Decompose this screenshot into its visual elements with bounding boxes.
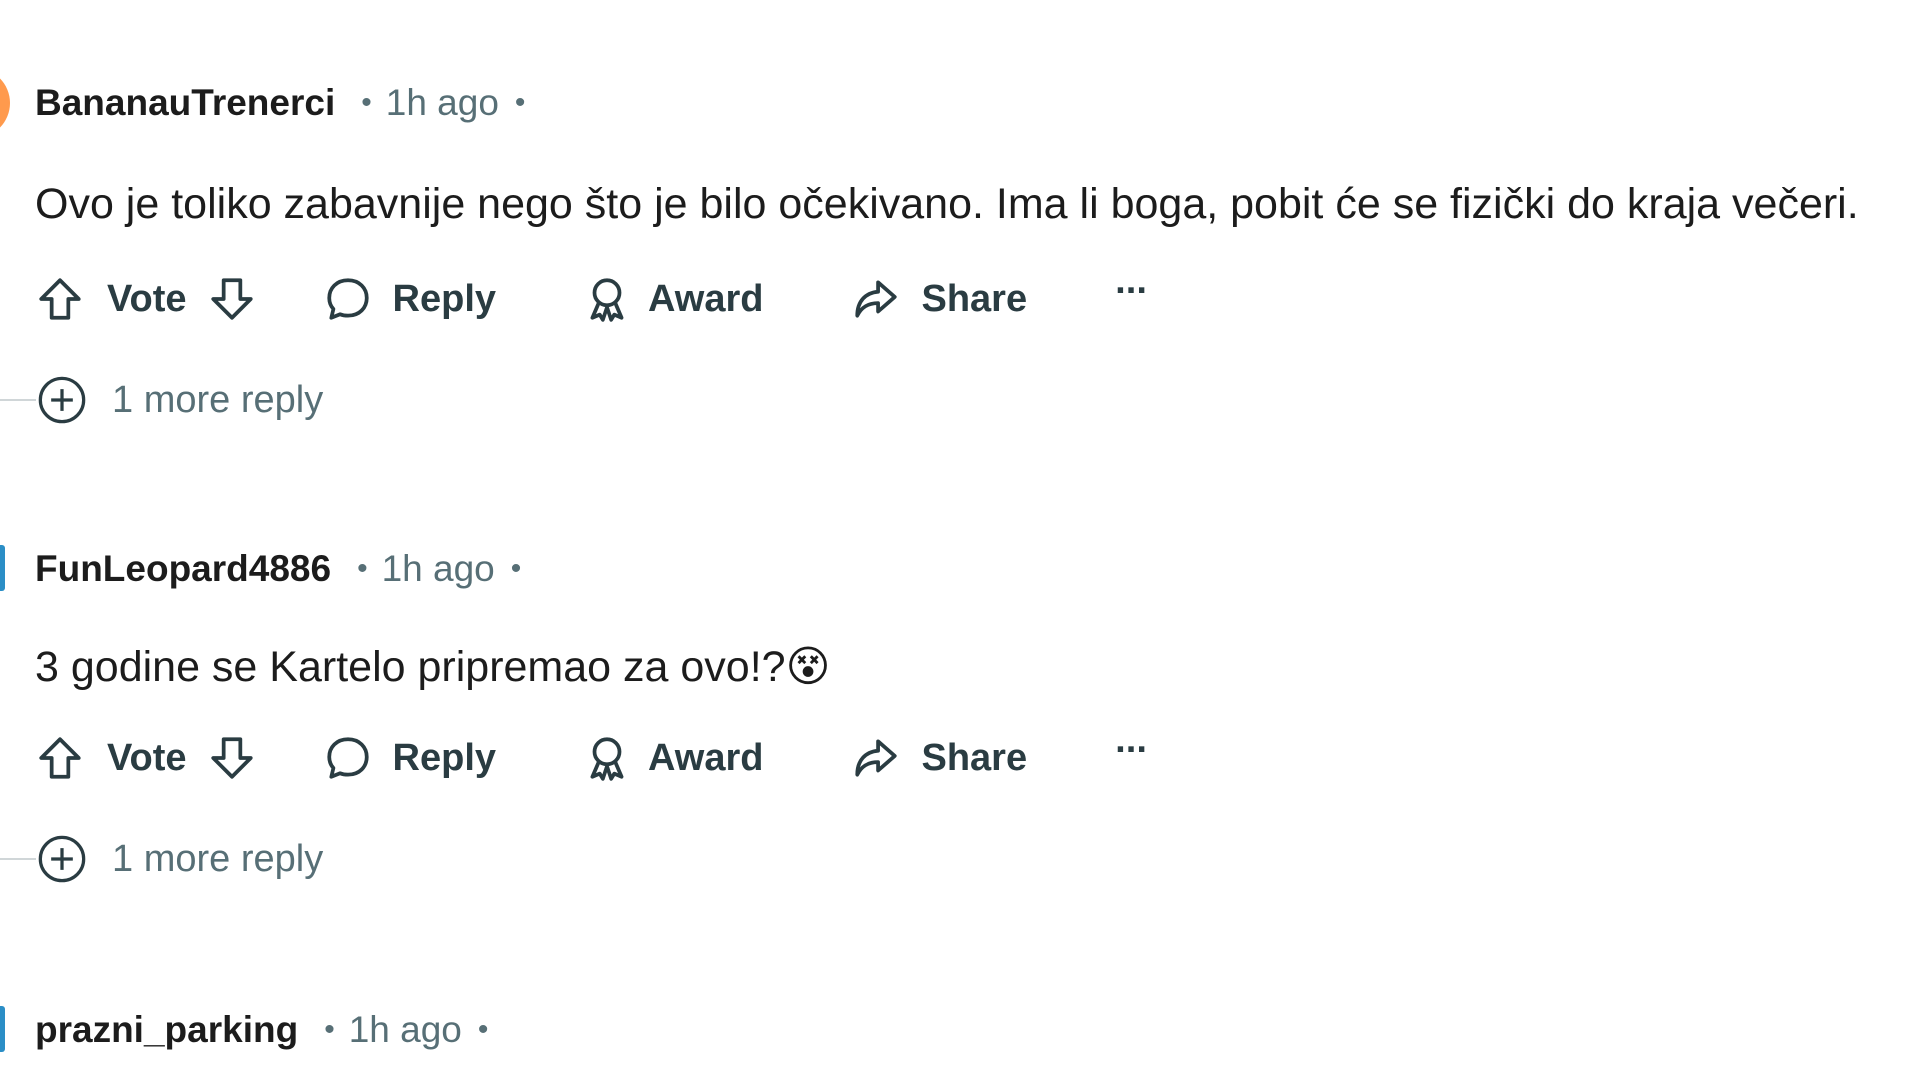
comment-thread: BananauTrenerci • 1h ago • Ovo je toliko…	[0, 0, 1909, 1080]
reply-label: Reply	[392, 277, 497, 320]
comment-meta: prazni_parking • 1h ago •	[35, 1000, 488, 1060]
username[interactable]: prazni_parking	[35, 1009, 298, 1051]
share-arrow-icon	[855, 739, 898, 777]
upvote-arrow-icon	[39, 737, 81, 779]
award-icon	[590, 737, 624, 781]
share-label: Share	[921, 277, 1028, 320]
comment-actions: Vote Reply Award Share ···	[35, 723, 1149, 793]
more-options-button[interactable]: ···	[1115, 270, 1149, 313]
upvote-button[interactable]	[35, 274, 85, 324]
share-button[interactable]: Share	[849, 733, 1027, 783]
separator-dot: •	[514, 86, 526, 119]
comment: BananauTrenerci • 1h ago • Ovo je toliko…	[0, 0, 1909, 460]
timestamp[interactable]: 1h ago	[382, 548, 495, 590]
reply-button[interactable]: Reply	[323, 733, 496, 783]
avatar[interactable]	[0, 68, 10, 138]
expand-plus-icon	[38, 835, 86, 883]
username[interactable]: BananauTrenerci	[35, 82, 335, 124]
thread-line	[0, 858, 36, 860]
more-replies-label: 1 more reply	[112, 378, 324, 421]
award-label: Award	[648, 277, 764, 320]
username[interactable]: FunLeopard4886	[35, 548, 331, 590]
separator-dot: •	[510, 552, 522, 585]
timestamp[interactable]: 1h ago	[349, 1009, 462, 1051]
timestamp[interactable]: 1h ago	[386, 82, 499, 124]
vote-count: Vote	[107, 736, 187, 779]
comment-body: Ovo je toliko zabavnije nego što je bilo…	[35, 180, 1859, 228]
downvote-button[interactable]	[207, 274, 257, 324]
separator-dot: •	[477, 1013, 489, 1046]
reply-button[interactable]: Reply	[323, 274, 496, 324]
comment-bubble-icon	[326, 737, 369, 779]
comment: prazni_parking • 1h ago •	[0, 920, 1909, 1080]
more-options-button[interactable]: ···	[1115, 729, 1149, 772]
award-icon	[590, 278, 624, 322]
more-replies-label: 1 more reply	[112, 837, 324, 880]
thread-line	[0, 399, 36, 401]
comment-actions: Vote Reply Award Share ···	[35, 264, 1149, 334]
dizzy-face-emoji: 😵	[785, 643, 831, 691]
share-label: Share	[921, 736, 1028, 779]
more-replies-link[interactable]: 1 more reply	[0, 824, 323, 894]
comment-bubble-icon	[326, 278, 369, 320]
downvote-arrow-icon	[210, 278, 253, 320]
award-label: Award	[648, 736, 764, 779]
comment-body: 3 godine se Kartelo pripremao za ovo!?😵	[35, 642, 830, 692]
separator-dot: •	[324, 1013, 335, 1046]
downvote-arrow-icon	[210, 737, 253, 779]
upvote-arrow-icon	[39, 278, 81, 320]
upvote-button[interactable]	[35, 733, 85, 783]
award-button[interactable]: Award	[582, 733, 763, 783]
expand-plus-icon	[38, 376, 86, 424]
avatar[interactable]	[0, 545, 5, 591]
award-button[interactable]: Award	[582, 274, 763, 324]
separator-dot: •	[361, 86, 372, 119]
separator-dot: •	[357, 552, 368, 585]
comment-text: 3 godine se Kartelo pripremao za ovo!?	[35, 643, 786, 691]
more-replies-link[interactable]: 1 more reply	[0, 365, 323, 435]
comment: FunLeopard4886 • 1h ago • 3 godine se Ka…	[0, 460, 1909, 920]
downvote-button[interactable]	[207, 733, 257, 783]
comment-meta: FunLeopard4886 • 1h ago •	[35, 539, 521, 599]
share-arrow-icon	[855, 280, 898, 318]
comment-meta: BananauTrenerci • 1h ago •	[35, 73, 525, 133]
share-button[interactable]: Share	[849, 274, 1027, 324]
reply-label: Reply	[392, 736, 497, 779]
vote-count: Vote	[107, 277, 187, 320]
avatar[interactable]	[0, 1006, 5, 1052]
